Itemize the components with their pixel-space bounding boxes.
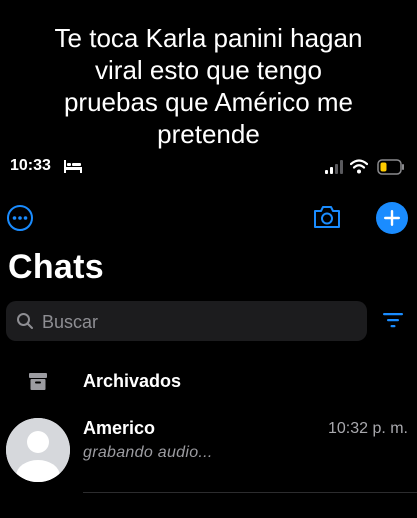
- battery-icon: [377, 159, 404, 175]
- new-chat-button[interactable]: [376, 202, 408, 234]
- avatar: [6, 418, 70, 482]
- filter-icon[interactable]: [383, 312, 403, 328]
- signal-icon: [325, 160, 343, 174]
- contact-name: Americo: [83, 418, 156, 438]
- camera-icon[interactable]: [312, 203, 342, 231]
- last-message-preview: grabando audio...: [83, 444, 213, 461]
- more-icon[interactable]: [6, 204, 34, 232]
- page-title: Chats: [8, 248, 104, 286]
- caption-line: Te toca Karla panini hagan: [54, 23, 363, 53]
- caption-overlay: Te toca Karla panini hagan viral esto qu…: [0, 22, 417, 150]
- caption-line: pruebas que Américo me: [63, 87, 354, 117]
- chat-timestamp: 10:32 p. m.: [327, 420, 408, 437]
- plus-icon: [384, 210, 400, 226]
- archived-label: Archivados: [83, 371, 182, 391]
- search-icon: [17, 313, 33, 329]
- search-input[interactable]: [40, 301, 344, 343]
- wifi-icon: [350, 159, 368, 174]
- caption-line: viral esto que tengo: [95, 55, 322, 85]
- archived-chats-row[interactable]: Archivados: [0, 364, 417, 400]
- bed-icon: [64, 160, 82, 173]
- archive-icon: [29, 373, 47, 390]
- search-bar[interactable]: [6, 301, 367, 343]
- default-avatar-icon: [6, 418, 70, 482]
- status-bar: 10:33: [0, 155, 417, 181]
- status-time: 10:33: [10, 157, 51, 174]
- caption-line: pretende: [157, 119, 260, 149]
- header-actions: [0, 200, 417, 236]
- chat-list-item[interactable]: Americo 10:32 p. m. grabando audio...: [0, 410, 417, 488]
- row-divider: [83, 492, 417, 493]
